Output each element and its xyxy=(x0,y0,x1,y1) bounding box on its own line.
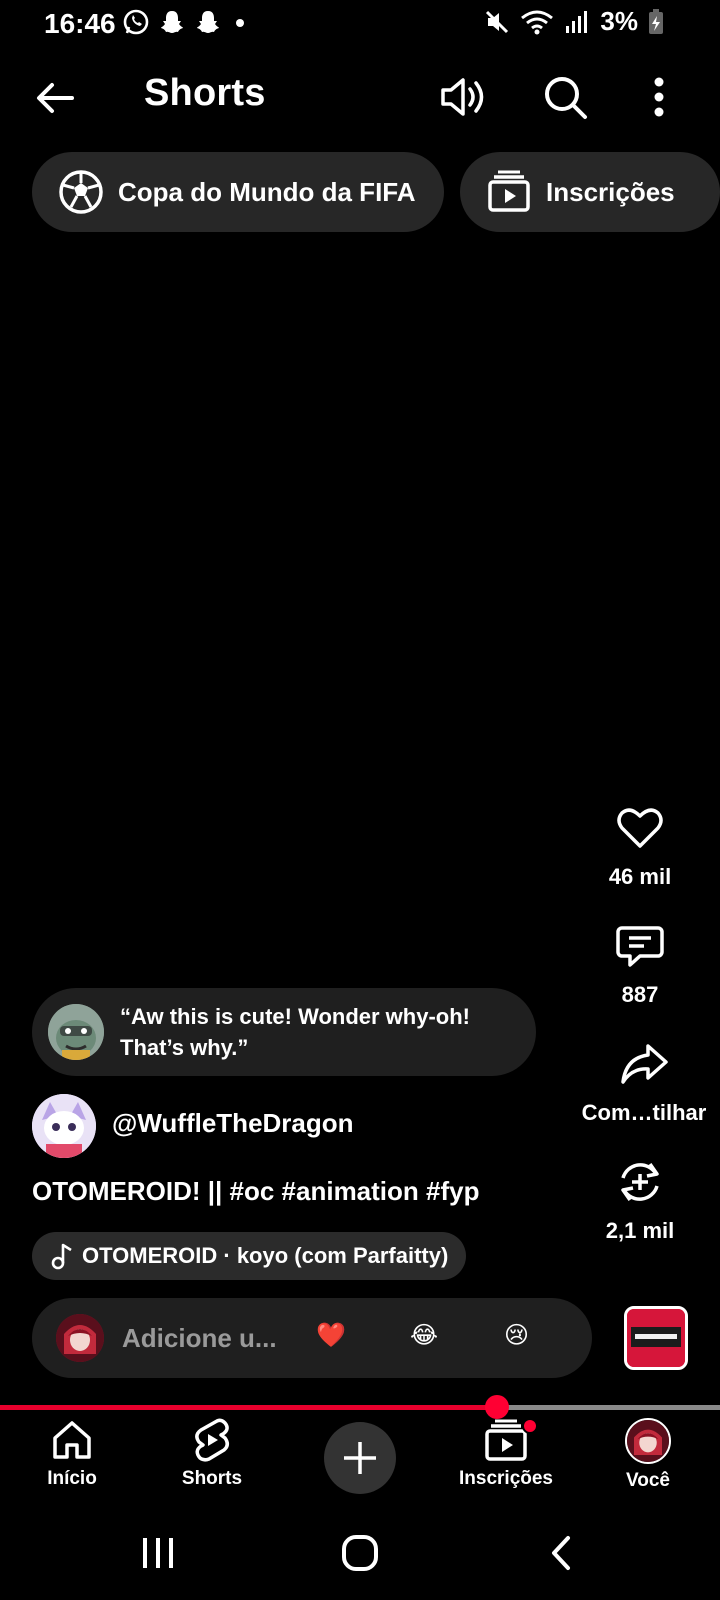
nav-label: Início xyxy=(47,1468,97,1489)
add-comment-placeholder[interactable]: Adicione u... xyxy=(122,1323,292,1354)
snapchat-icon xyxy=(197,11,219,33)
search-icon[interactable] xyxy=(538,70,592,124)
top-comment[interactable]: “Aw this is cute! Wonder why-oh! That’s … xyxy=(32,988,536,1076)
battery-charging-icon xyxy=(649,8,663,34)
subscriptions-icon xyxy=(488,170,530,212)
chip-label: Copa do Mundo da FIFA xyxy=(118,176,416,207)
subscriptions-icon-wrap xyxy=(484,1418,538,1462)
share-label: Com…tilhar xyxy=(581,1100,707,1125)
music-note-icon xyxy=(51,1243,72,1270)
soccer-ball-icon xyxy=(59,170,103,214)
music-label: OTOMEROID · koyo (com Parfaitty) xyxy=(82,1243,449,1268)
recent-apps-button[interactable] xyxy=(128,1528,188,1578)
comments-button[interactable]: 887 xyxy=(570,920,710,1008)
emoji-heart[interactable]: ❤️ xyxy=(316,1321,346,1350)
nav-label: Shorts xyxy=(181,1468,243,1489)
volume-icon[interactable] xyxy=(434,70,488,124)
wifi-icon xyxy=(521,10,554,34)
music-pill[interactable]: OTOMEROID · koyo (com Parfaitty) xyxy=(32,1232,467,1280)
status-time: 16:46 xyxy=(44,8,116,39)
status-left-icons xyxy=(122,8,250,36)
comment-avatar xyxy=(48,1004,104,1060)
emoji-laugh[interactable]: 😂 xyxy=(410,1321,438,1350)
share-button[interactable]: Com…tilhar xyxy=(574,1038,714,1126)
home-button[interactable] xyxy=(330,1528,390,1578)
recent-apps-icon xyxy=(143,1538,173,1568)
back-arrow-icon[interactable] xyxy=(30,72,82,124)
comment-line: “Aw this is cute! Wonder why-oh! xyxy=(120,1004,470,1029)
heart-icon xyxy=(617,808,663,848)
comment-icon xyxy=(616,926,664,967)
remix-icon xyxy=(621,1162,659,1202)
home-icon xyxy=(53,1421,91,1459)
nav-label: Inscrições xyxy=(459,1468,553,1489)
status-right-icons: 3% xyxy=(484,6,664,37)
page-title: Shorts xyxy=(144,72,266,114)
share-icon xyxy=(621,1044,668,1084)
channel-handle[interactable]: @WuffleTheDragon xyxy=(112,1108,354,1139)
signal-icon xyxy=(566,10,588,33)
channel-avatar[interactable] xyxy=(32,1094,96,1158)
remix-button[interactable]: 2,1 mil xyxy=(570,1156,710,1244)
nav-shorts[interactable]: Shorts xyxy=(152,1418,272,1490)
chip-label: Inscrições xyxy=(546,176,675,207)
add-comment-bar[interactable]: Adicione u... ❤️ 😂 😢 xyxy=(32,1298,592,1378)
comment-line: That’s why.” xyxy=(120,1035,249,1060)
remix-count: 2,1 mil xyxy=(605,1218,675,1243)
like-button[interactable]: 46 mil xyxy=(570,802,710,890)
like-count: 46 mil xyxy=(608,864,672,889)
video-title[interactable]: OTOMEROID! || #oc #animation #fyp xyxy=(32,1176,479,1207)
nav-subscriptions[interactable]: Inscrições xyxy=(444,1418,568,1490)
dot-icon xyxy=(236,19,244,27)
back-button[interactable] xyxy=(532,1528,592,1578)
chip-copa-do-mundo[interactable]: Copa do Mundo da FIFA xyxy=(32,152,444,232)
sound-thumbnail[interactable] xyxy=(624,1306,688,1370)
shorts-icon xyxy=(195,1418,229,1462)
mute-icon xyxy=(486,10,509,33)
nav-home[interactable]: Início xyxy=(12,1418,132,1490)
user-avatar xyxy=(56,1314,104,1362)
nav-you[interactable]: Você xyxy=(588,1418,708,1492)
home-circle-icon xyxy=(342,1535,378,1571)
snapchat-icon xyxy=(161,11,183,33)
top-comment-text: “Aw this is cute! Wonder why-oh! That’s … xyxy=(120,1001,470,1063)
avatar xyxy=(625,1418,671,1464)
create-button[interactable] xyxy=(324,1422,396,1494)
whatsapp-icon xyxy=(123,9,149,35)
battery-percent: 3% xyxy=(600,6,638,36)
comment-count: 887 xyxy=(621,982,659,1007)
plus-icon xyxy=(344,1442,376,1474)
emoji-cry[interactable]: 😢 xyxy=(504,1321,529,1350)
chip-inscricoes[interactable]: Inscrições xyxy=(460,152,720,232)
nav-label: Você xyxy=(625,1470,670,1491)
more-vert-icon[interactable] xyxy=(632,70,686,124)
notification-dot xyxy=(522,1418,538,1434)
chevron-left-icon xyxy=(552,1536,570,1570)
